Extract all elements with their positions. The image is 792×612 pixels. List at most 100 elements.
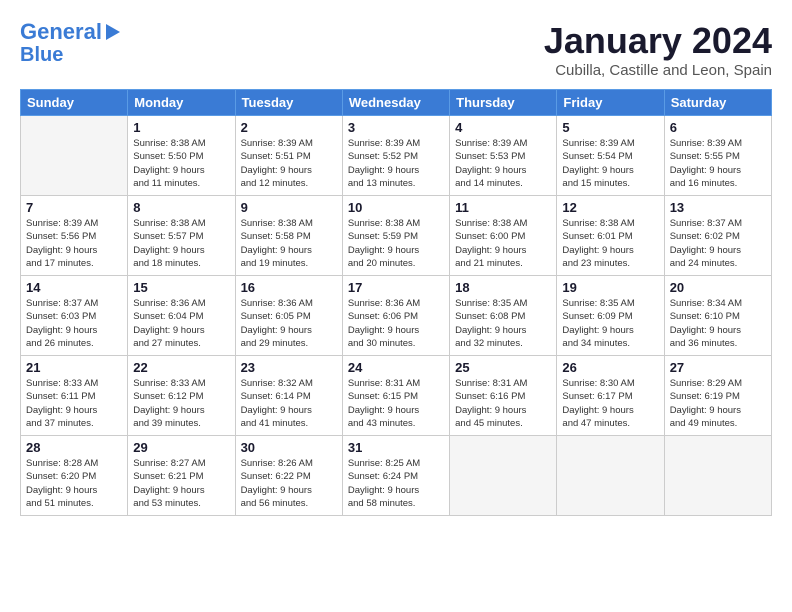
calendar-cell: 5 Sunrise: 8:39 AM Sunset: 5:54 PM Daylig… — [557, 116, 664, 196]
day-number: 29 — [133, 440, 229, 455]
logo-arrow-icon — [106, 24, 120, 40]
day-info: Sunrise: 8:34 AM Sunset: 6:10 PM Dayligh… — [670, 297, 766, 350]
logo-blue-text: Blue — [20, 44, 63, 66]
calendar-cell: 24 Sunrise: 8:31 AM Sunset: 6:15 PM Dayli… — [342, 356, 449, 436]
day-number: 19 — [562, 280, 658, 295]
calendar-cell: 8Sunrise: 8:38 AM Sunset: 5:57 PM Daylig… — [128, 196, 235, 276]
col-monday: Monday — [128, 90, 235, 116]
day-number: 4 — [455, 120, 551, 135]
calendar-cell: 30 Sunrise: 8:26 AM Sunset: 6:22 PM Dayli… — [235, 436, 342, 516]
day-number: 12 — [562, 200, 658, 215]
day-number: 2 — [241, 120, 337, 135]
title-block: January 2024 Cubilla, Castille and Leon,… — [544, 20, 772, 79]
day-info: Sunrise: 8:39 AM Sunset: 5:55 PM Dayligh… — [670, 137, 766, 190]
month-title: January 2024 — [544, 20, 772, 62]
day-info: Sunrise: 8:37 AM Sunset: 6:03 PM Dayligh… — [26, 297, 122, 350]
header: General Blue January 2024 Cubilla, Casti… — [20, 20, 772, 79]
calendar-cell: 23Sunrise: 8:32 AM Sunset: 6:14 PM Dayli… — [235, 356, 342, 436]
calendar-cell: 12 Sunrise: 8:38 AM Sunset: 6:01 PM Dayli… — [557, 196, 664, 276]
day-info: Sunrise: 8:39 AM Sunset: 5:56 PM Dayligh… — [26, 217, 122, 270]
day-info: Sunrise: 8:38 AM Sunset: 5:57 PM Dayligh… — [133, 217, 229, 270]
calendar-cell: 29Sunrise: 8:27 AM Sunset: 6:21 PM Dayli… — [128, 436, 235, 516]
calendar-week-row-3: 14 Sunrise: 8:37 AM Sunset: 6:03 PM Dayli… — [21, 276, 772, 356]
day-number: 13 — [670, 200, 766, 215]
day-info: Sunrise: 8:26 AM Sunset: 6:22 PM Dayligh… — [241, 457, 337, 510]
day-info: Sunrise: 8:33 AM Sunset: 6:11 PM Dayligh… — [26, 377, 122, 430]
day-number: 10 — [348, 200, 444, 215]
day-number: 31 — [348, 440, 444, 455]
calendar-cell: 10 Sunrise: 8:38 AM Sunset: 5:59 PM Dayli… — [342, 196, 449, 276]
calendar-week-row-1: 1Sunrise: 8:38 AM Sunset: 5:50 PM Daylig… — [21, 116, 772, 196]
calendar-table: Sunday Monday Tuesday Wednesday Thursday… — [20, 89, 772, 516]
location: Cubilla, Castille and Leon, Spain — [544, 62, 772, 79]
calendar-cell — [664, 436, 771, 516]
day-info: Sunrise: 8:39 AM Sunset: 5:52 PM Dayligh… — [348, 137, 444, 190]
day-info: Sunrise: 8:38 AM Sunset: 5:58 PM Dayligh… — [241, 217, 337, 270]
day-number: 16 — [241, 280, 337, 295]
calendar-cell: 28 Sunrise: 8:28 AM Sunset: 6:20 PM Dayli… — [21, 436, 128, 516]
calendar-week-row-2: 7Sunrise: 8:39 AM Sunset: 5:56 PM Daylig… — [21, 196, 772, 276]
day-info: Sunrise: 8:38 AM Sunset: 5:59 PM Dayligh… — [348, 217, 444, 270]
calendar-cell: 14 Sunrise: 8:37 AM Sunset: 6:03 PM Dayli… — [21, 276, 128, 356]
day-info: Sunrise: 8:39 AM Sunset: 5:54 PM Dayligh… — [562, 137, 658, 190]
day-info: Sunrise: 8:30 AM Sunset: 6:17 PM Dayligh… — [562, 377, 658, 430]
calendar-cell: 9 Sunrise: 8:38 AM Sunset: 5:58 PM Daylig… — [235, 196, 342, 276]
day-number: 28 — [26, 440, 122, 455]
calendar-cell: 3Sunrise: 8:39 AM Sunset: 5:52 PM Daylig… — [342, 116, 449, 196]
calendar-cell: 20 Sunrise: 8:34 AM Sunset: 6:10 PM Dayli… — [664, 276, 771, 356]
col-thursday: Thursday — [450, 90, 557, 116]
calendar-cell: 27 Sunrise: 8:29 AM Sunset: 6:19 PM Dayli… — [664, 356, 771, 436]
calendar-cell: 13Sunrise: 8:37 AM Sunset: 6:02 PM Dayli… — [664, 196, 771, 276]
calendar-cell: 16 Sunrise: 8:36 AM Sunset: 6:05 PM Dayli… — [235, 276, 342, 356]
day-number: 9 — [241, 200, 337, 215]
day-number: 18 — [455, 280, 551, 295]
day-info: Sunrise: 8:31 AM Sunset: 6:16 PM Dayligh… — [455, 377, 551, 430]
page: General Blue January 2024 Cubilla, Casti… — [0, 0, 792, 612]
day-info: Sunrise: 8:25 AM Sunset: 6:24 PM Dayligh… — [348, 457, 444, 510]
day-info: Sunrise: 8:31 AM Sunset: 6:15 PM Dayligh… — [348, 377, 444, 430]
day-info: Sunrise: 8:33 AM Sunset: 6:12 PM Dayligh… — [133, 377, 229, 430]
day-number: 17 — [348, 280, 444, 295]
calendar-cell: 25 Sunrise: 8:31 AM Sunset: 6:16 PM Dayli… — [450, 356, 557, 436]
day-number: 11 — [455, 200, 551, 215]
day-number: 26 — [562, 360, 658, 375]
calendar-cell — [21, 116, 128, 196]
calendar-cell: 18 Sunrise: 8:35 AM Sunset: 6:08 PM Dayli… — [450, 276, 557, 356]
day-number: 21 — [26, 360, 122, 375]
day-info: Sunrise: 8:32 AM Sunset: 6:14 PM Dayligh… — [241, 377, 337, 430]
calendar-cell: 6Sunrise: 8:39 AM Sunset: 5:55 PM Daylig… — [664, 116, 771, 196]
calendar-week-row-4: 21 Sunrise: 8:33 AM Sunset: 6:11 PM Dayli… — [21, 356, 772, 436]
day-info: Sunrise: 8:29 AM Sunset: 6:19 PM Dayligh… — [670, 377, 766, 430]
day-info: Sunrise: 8:39 AM Sunset: 5:51 PM Dayligh… — [241, 137, 337, 190]
calendar-cell: 2 Sunrise: 8:39 AM Sunset: 5:51 PM Daylig… — [235, 116, 342, 196]
day-info: Sunrise: 8:38 AM Sunset: 5:50 PM Dayligh… — [133, 137, 229, 190]
calendar-header-row: Sunday Monday Tuesday Wednesday Thursday… — [21, 90, 772, 116]
day-info: Sunrise: 8:28 AM Sunset: 6:20 PM Dayligh… — [26, 457, 122, 510]
day-number: 30 — [241, 440, 337, 455]
calendar-week-row-5: 28 Sunrise: 8:28 AM Sunset: 6:20 PM Dayli… — [21, 436, 772, 516]
day-info: Sunrise: 8:38 AM Sunset: 6:00 PM Dayligh… — [455, 217, 551, 270]
day-info: Sunrise: 8:38 AM Sunset: 6:01 PM Dayligh… — [562, 217, 658, 270]
day-info: Sunrise: 8:35 AM Sunset: 6:08 PM Dayligh… — [455, 297, 551, 350]
day-number: 24 — [348, 360, 444, 375]
calendar-cell: 21 Sunrise: 8:33 AM Sunset: 6:11 PM Dayli… — [21, 356, 128, 436]
day-number: 15 — [133, 280, 229, 295]
day-number: 5 — [562, 120, 658, 135]
col-tuesday: Tuesday — [235, 90, 342, 116]
col-wednesday: Wednesday — [342, 90, 449, 116]
day-number: 20 — [670, 280, 766, 295]
day-number: 25 — [455, 360, 551, 375]
calendar-cell: 1Sunrise: 8:38 AM Sunset: 5:50 PM Daylig… — [128, 116, 235, 196]
calendar-cell — [450, 436, 557, 516]
calendar-cell: 17 Sunrise: 8:36 AM Sunset: 6:06 PM Dayli… — [342, 276, 449, 356]
calendar-cell: 31 Sunrise: 8:25 AM Sunset: 6:24 PM Dayli… — [342, 436, 449, 516]
logo: General Blue — [20, 20, 120, 66]
day-info: Sunrise: 8:39 AM Sunset: 5:53 PM Dayligh… — [455, 137, 551, 190]
day-info: Sunrise: 8:36 AM Sunset: 6:06 PM Dayligh… — [348, 297, 444, 350]
day-number: 14 — [26, 280, 122, 295]
day-number: 27 — [670, 360, 766, 375]
col-sunday: Sunday — [21, 90, 128, 116]
calendar-cell: 26 Sunrise: 8:30 AM Sunset: 6:17 PM Dayli… — [557, 356, 664, 436]
day-info: Sunrise: 8:36 AM Sunset: 6:05 PM Dayligh… — [241, 297, 337, 350]
logo-text: General — [20, 20, 102, 44]
